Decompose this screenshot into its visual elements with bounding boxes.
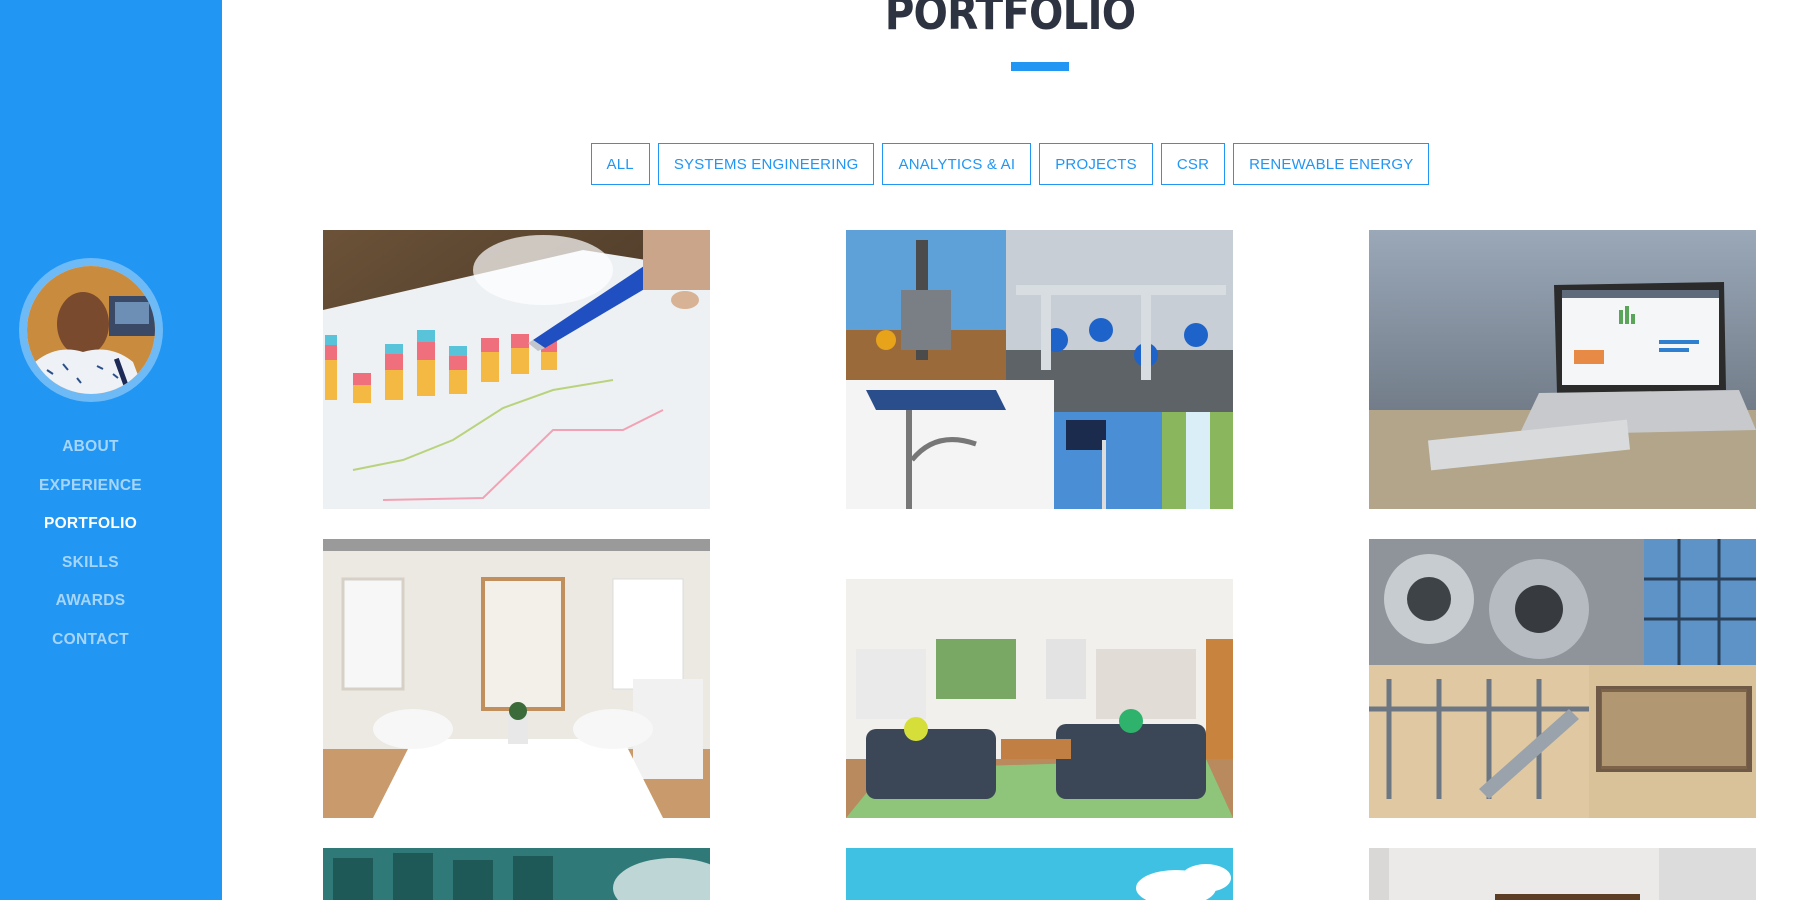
- avatar-ring: [19, 258, 163, 402]
- laptop-dashboard-image: [1369, 230, 1756, 509]
- sidebar-nav: ABOUT EXPERIENCE PORTFOLIO SKILLS AWARDS…: [0, 428, 181, 659]
- portfolio-item-blue-sky[interactable]: [846, 848, 1233, 900]
- nav-item-contact[interactable]: CONTACT: [0, 621, 181, 660]
- portfolio-filter-bar: ALL SYSTEMS ENGINEERING ANALYTICS & AI P…: [222, 143, 1798, 185]
- industrial-machinery-image: [323, 848, 710, 900]
- analytics-chart-image: [323, 230, 710, 509]
- filter-renewable-energy-button[interactable]: RENEWABLE ENERGY: [1233, 143, 1430, 185]
- nav-item-portfolio[interactable]: PORTFOLIO: [0, 505, 181, 544]
- steel-collage-image: [1369, 539, 1756, 818]
- filter-csr-button[interactable]: CSR: [1160, 143, 1226, 185]
- nav-item-experience[interactable]: EXPERIENCE: [0, 467, 181, 506]
- meeting-room-image: [323, 539, 710, 818]
- portfolio-item-office-desk[interactable]: [1369, 848, 1756, 900]
- blue-sky-image: [846, 848, 1233, 900]
- portfolio-item-analytics-chart[interactable]: [323, 230, 710, 509]
- drilling-solar-collage-image: [846, 230, 1233, 509]
- title-underline: [1011, 62, 1069, 71]
- portfolio-item-steel-collage[interactable]: [1369, 539, 1756, 818]
- filter-projects-button[interactable]: PROJECTS: [1039, 143, 1153, 185]
- nav-item-skills[interactable]: SKILLS: [0, 544, 181, 583]
- filter-systems-engineering-button[interactable]: SYSTEMS ENGINEERING: [657, 143, 875, 185]
- nav-item-about[interactable]: ABOUT: [0, 428, 181, 467]
- living-room-image: [846, 539, 1233, 818]
- portfolio-item-drilling-solar-collage[interactable]: [846, 230, 1233, 509]
- portfolio-item-industrial-machinery[interactable]: [323, 848, 710, 900]
- office-desk-image: [1369, 848, 1756, 900]
- portfolio-item-laptop-dashboard[interactable]: [1369, 230, 1756, 509]
- filter-analytics-ai-button[interactable]: ANALYTICS & AI: [882, 143, 1032, 185]
- avatar: [27, 266, 155, 394]
- sidebar: ABOUT EXPERIENCE PORTFOLIO SKILLS AWARDS…: [0, 0, 222, 900]
- portfolio-item-living-room[interactable]: [846, 539, 1233, 818]
- nav-item-awards[interactable]: AWARDS: [0, 582, 181, 621]
- page-title: PORTFOLIO: [884, 0, 1136, 40]
- portfolio-item-meeting-room[interactable]: [323, 539, 710, 818]
- filter-all-button[interactable]: ALL: [590, 143, 650, 185]
